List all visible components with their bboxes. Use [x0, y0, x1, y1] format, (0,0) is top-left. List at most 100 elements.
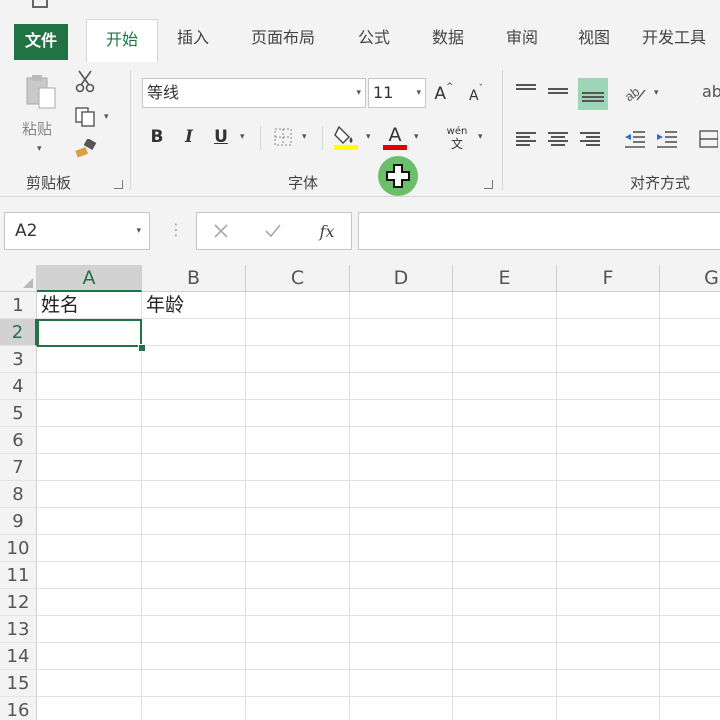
cell-d13[interactable]: [350, 616, 453, 643]
cell-c2[interactable]: [246, 319, 350, 346]
row-header-7[interactable]: 7: [0, 454, 37, 481]
cell-a10[interactable]: [37, 535, 142, 562]
cell-f8[interactable]: [557, 481, 660, 508]
cell-a6[interactable]: [37, 427, 142, 454]
shrink-font-button[interactable]: Aˇ: [464, 84, 488, 108]
cell-d3[interactable]: [350, 346, 453, 373]
cell-a16[interactable]: [37, 697, 142, 720]
cell-d14[interactable]: [350, 643, 453, 670]
font-size-box[interactable]: 11 ▾: [368, 78, 426, 108]
cell-c7[interactable]: [246, 454, 350, 481]
row-header-3[interactable]: 3: [0, 346, 37, 373]
cell-e12[interactable]: [453, 589, 557, 616]
cut-icon[interactable]: [72, 68, 98, 94]
cell-f2[interactable]: [557, 319, 660, 346]
cell-d15[interactable]: [350, 670, 453, 697]
copy-dropdown-icon[interactable]: ▾: [104, 112, 109, 122]
cell-g14[interactable]: [660, 643, 720, 670]
cell-g12[interactable]: [660, 589, 720, 616]
cell-g5[interactable]: [660, 400, 720, 427]
font-size-dropdown-icon[interactable]: ▾: [416, 79, 421, 107]
cell-a15[interactable]: [37, 670, 142, 697]
cell-c6[interactable]: [246, 427, 350, 454]
cell-c10[interactable]: [246, 535, 350, 562]
cell-f15[interactable]: [557, 670, 660, 697]
select-all-button[interactable]: [0, 265, 37, 292]
fill-color-dropdown-icon[interactable]: ▾: [366, 132, 371, 142]
align-left-icon[interactable]: [516, 126, 542, 152]
decrease-indent-icon[interactable]: [622, 126, 648, 152]
cell-e5[interactable]: [453, 400, 557, 427]
cell-g3[interactable]: [660, 346, 720, 373]
cell-e10[interactable]: [453, 535, 557, 562]
increase-indent-icon[interactable]: [654, 126, 680, 152]
tab-developer[interactable]: 开发工具: [642, 14, 720, 62]
cell-f3[interactable]: [557, 346, 660, 373]
cell-c15[interactable]: [246, 670, 350, 697]
cell-g2[interactable]: [660, 319, 720, 346]
row-header-16[interactable]: 16: [0, 697, 37, 720]
cell-d8[interactable]: [350, 481, 453, 508]
cell-c3[interactable]: [246, 346, 350, 373]
cell-b16[interactable]: [142, 697, 246, 720]
cell-f16[interactable]: [557, 697, 660, 720]
tab-data[interactable]: 数据: [422, 14, 474, 62]
cell-d16[interactable]: [350, 697, 453, 720]
clipboard-launcher-icon[interactable]: [114, 180, 123, 189]
row-header-10[interactable]: 10: [0, 535, 37, 562]
font-name-dropdown-icon[interactable]: ▾: [356, 79, 361, 107]
cell-e16[interactable]: [453, 697, 557, 720]
underline-button[interactable]: U: [210, 124, 232, 150]
cell-b6[interactable]: [142, 427, 246, 454]
cell-c12[interactable]: [246, 589, 350, 616]
column-header-g[interactable]: G: [660, 265, 720, 292]
cell-a4[interactable]: [37, 373, 142, 400]
enter-icon[interactable]: [263, 221, 283, 241]
cell-a13[interactable]: [37, 616, 142, 643]
cell-e13[interactable]: [453, 616, 557, 643]
grow-font-button[interactable]: A ^: [432, 82, 456, 106]
cell-d12[interactable]: [350, 589, 453, 616]
row-header-4[interactable]: 4: [0, 373, 37, 400]
tab-insert[interactable]: 插入: [168, 14, 218, 62]
top-align-icon[interactable]: [516, 78, 542, 104]
underline-dropdown-icon[interactable]: ▾: [240, 132, 245, 142]
column-header-e[interactable]: E: [453, 265, 557, 292]
cell-e6[interactable]: [453, 427, 557, 454]
cell-b9[interactable]: [142, 508, 246, 535]
cell-c8[interactable]: [246, 481, 350, 508]
cell-b10[interactable]: [142, 535, 246, 562]
tab-formulas[interactable]: 公式: [348, 14, 400, 62]
bold-button[interactable]: B: [146, 124, 168, 150]
row-header-15[interactable]: 15: [0, 670, 37, 697]
orientation-dropdown-icon[interactable]: ▾: [654, 88, 659, 98]
tab-file[interactable]: 文件: [14, 24, 68, 60]
cell-d2[interactable]: [350, 319, 453, 346]
fill-color-icon[interactable]: [332, 122, 360, 152]
cell-d10[interactable]: [350, 535, 453, 562]
cell-g1[interactable]: [660, 292, 720, 319]
tab-page-layout[interactable]: 页面布局: [240, 14, 326, 62]
cell-a3[interactable]: [37, 346, 142, 373]
copy-icon[interactable]: [72, 104, 98, 130]
column-header-f[interactable]: F: [557, 265, 660, 292]
cell-b4[interactable]: [142, 373, 246, 400]
cell-d9[interactable]: [350, 508, 453, 535]
cell-e9[interactable]: [453, 508, 557, 535]
save-icon[interactable]: [32, 0, 48, 8]
tab-review[interactable]: 审阅: [496, 14, 548, 62]
cell-b8[interactable]: [142, 481, 246, 508]
formula-input[interactable]: [358, 212, 720, 250]
tab-view[interactable]: 视图: [568, 14, 620, 62]
insert-function-icon[interactable]: fx: [315, 219, 339, 243]
cell-g8[interactable]: [660, 481, 720, 508]
cell-e15[interactable]: [453, 670, 557, 697]
cell-e14[interactable]: [453, 643, 557, 670]
cell-a11[interactable]: [37, 562, 142, 589]
cell-d7[interactable]: [350, 454, 453, 481]
cell-c9[interactable]: [246, 508, 350, 535]
cell-f4[interactable]: [557, 373, 660, 400]
cell-f10[interactable]: [557, 535, 660, 562]
paste-icon[interactable]: [18, 72, 64, 112]
cell-g9[interactable]: [660, 508, 720, 535]
